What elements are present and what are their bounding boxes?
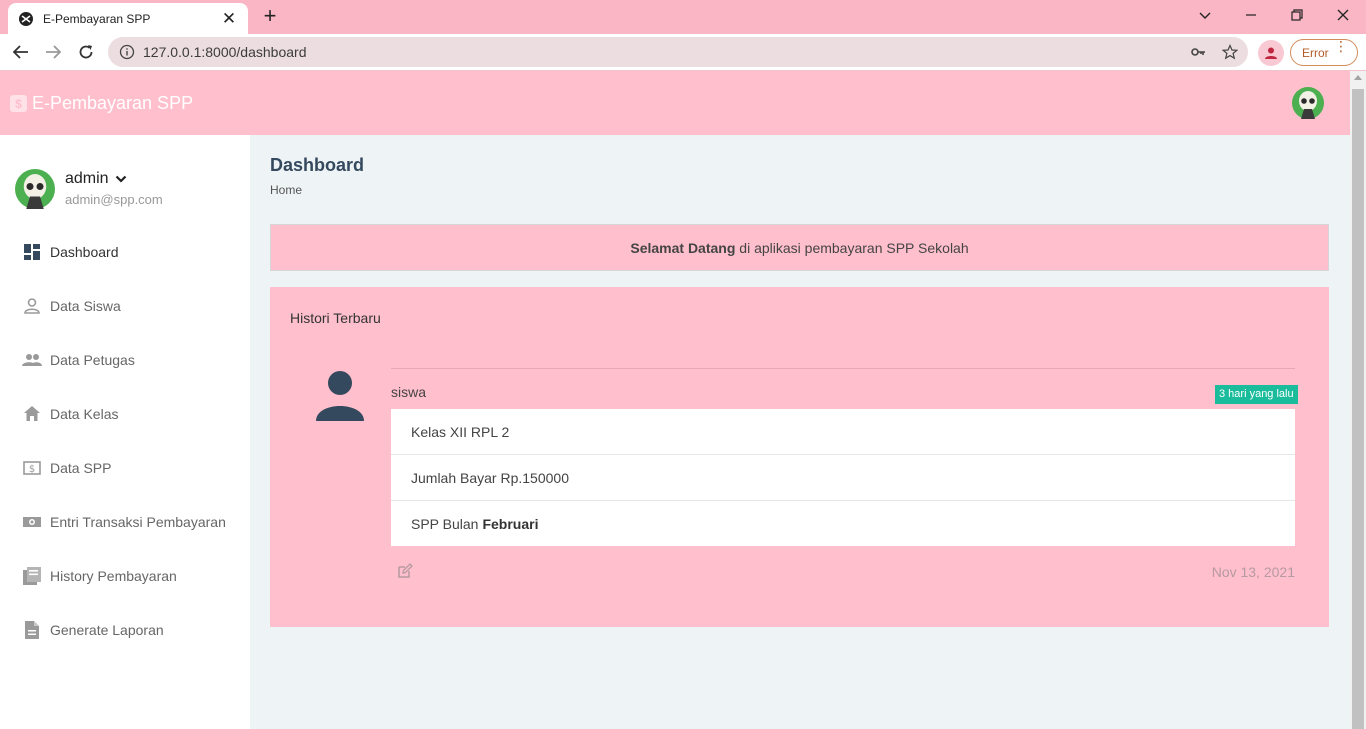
history-user: siswa (391, 384, 427, 400)
breadcrumb[interactable]: Home (270, 183, 302, 197)
back-button[interactable] (9, 40, 33, 64)
forward-button[interactable] (41, 40, 65, 64)
info-icon[interactable] (119, 44, 135, 60)
brand[interactable]: $ E-Pembayaran SPP (10, 93, 193, 114)
user-panel: admin admin@spp.com (15, 169, 245, 213)
people-icon (22, 350, 42, 370)
sidebar-menu: Dashboard Data Siswa Data Petugas Data K… (0, 225, 250, 657)
list-item: Jumlah Bayar Rp.150000 (391, 455, 1295, 501)
close-window-button[interactable] (1328, 4, 1358, 26)
jumlah-bayar-text: Jumlah Bayar Rp.150000 (411, 469, 569, 486)
sidebar-item-label: Entri Transaksi Pembayaran (50, 514, 226, 530)
error-button[interactable]: Error ⋮ (1290, 39, 1358, 66)
favicon-icon (18, 11, 34, 27)
url-text: 127.0.0.1:8000/dashboard (143, 44, 307, 60)
address-bar[interactable]: 127.0.0.1:8000/dashboard (108, 37, 1248, 67)
sidebar-item-label: Data Petugas (50, 352, 135, 368)
history-detail-list: Kelas XII RPL 2 Jumlah Bayar Rp.150000 S… (391, 409, 1295, 546)
scroll-up-arrow-icon[interactable] (1354, 75, 1362, 80)
welcome-bold-text: Selamat Datang (630, 239, 736, 256)
app-header: $ E-Pembayaran SPP (0, 71, 1350, 135)
history-title: Histori Terbaru (290, 310, 381, 326)
tab-search-chevron-icon[interactable] (1190, 4, 1220, 26)
sidebar-item-label: History Pembayaran (50, 568, 177, 584)
dashboard-icon (22, 242, 42, 262)
user-menu-toggle[interactable]: admin (65, 170, 127, 188)
money-icon (22, 512, 42, 532)
sidebar-item-data-kelas[interactable]: Data Kelas (0, 387, 250, 441)
spp-bulan-label: SPP Bulan (411, 515, 479, 532)
time-badge: 3 hari yang lalu (1215, 385, 1298, 404)
user-name: admin (65, 170, 109, 187)
sidebar-item-data-siswa[interactable]: Data Siswa (0, 279, 250, 333)
person-icon (22, 296, 42, 316)
library-books-icon (22, 566, 42, 586)
reload-button[interactable] (74, 40, 98, 64)
profile-button[interactable] (1258, 40, 1284, 66)
profile-icon (1265, 47, 1277, 59)
history-card: Histori Terbaru siswa 3 hari yang lalu K… (270, 287, 1329, 627)
user-avatar (15, 169, 55, 209)
sidebar-item-label: Data Siswa (50, 298, 121, 314)
bookmark-star-icon[interactable] (1222, 44, 1238, 60)
scrollbar-thumb[interactable] (1352, 89, 1364, 729)
close-tab-icon[interactable]: ✕ (220, 10, 238, 27)
sidebar: admin admin@spp.com Dashboard Data Siswa… (0, 135, 250, 729)
new-tab-button[interactable]: + (258, 5, 282, 28)
header-avatar[interactable] (1292, 87, 1324, 119)
sidebar-item-label: Data SPP (50, 460, 112, 476)
home-icon (22, 404, 42, 424)
user-email: admin@spp.com (65, 192, 163, 207)
sidebar-item-label: Generate Laporan (50, 622, 164, 638)
document-icon (22, 620, 42, 640)
list-item: SPP Bulan Februari (391, 501, 1295, 546)
welcome-banner: Selamat Datang di aplikasi pembayaran SP… (270, 224, 1329, 271)
minimize-button[interactable] (1236, 4, 1266, 26)
brand-logo-icon: $ (10, 95, 27, 112)
sidebar-item-data-petugas[interactable]: Data Petugas (0, 333, 250, 387)
sidebar-item-dashboard[interactable]: Dashboard (0, 225, 250, 279)
brand-title: E-Pembayaran SPP (32, 93, 194, 113)
dollar-box-icon: $ (22, 458, 42, 478)
svg-text:$: $ (29, 464, 35, 475)
browser-tab-strip: E-Pembayaran SPP ✕ + (0, 0, 1366, 34)
sidebar-item-generate-laporan[interactable]: Generate Laporan (0, 603, 250, 657)
list-item: Kelas XII RPL 2 (391, 409, 1295, 455)
kebab-menu-icon: ⋮ (1334, 38, 1348, 54)
history-date: Nov 13, 2021 (1211, 564, 1295, 580)
page-title: Dashboard (270, 155, 365, 175)
sidebar-item-label: Dashboard (50, 244, 119, 260)
error-label: Error (1302, 45, 1329, 60)
restore-button[interactable] (1282, 4, 1312, 26)
page-scrollbar[interactable] (1350, 71, 1366, 729)
user-silhouette-icon (314, 369, 366, 421)
edit-icon[interactable] (397, 563, 413, 579)
sidebar-item-entri-transaksi[interactable]: Entri Transaksi Pembayaran (0, 495, 250, 549)
tab-title: E-Pembayaran SPP (43, 11, 151, 26)
chevron-down-icon (115, 174, 127, 184)
browser-toolbar: 127.0.0.1:8000/dashboard Error ⋮ (0, 34, 1366, 71)
sidebar-item-history-pembayaran[interactable]: History Pembayaran (0, 549, 250, 603)
browser-tab[interactable]: E-Pembayaran SPP ✕ (8, 3, 248, 34)
welcome-text: di aplikasi pembayaran SPP Sekolah (735, 239, 969, 256)
divider (391, 368, 1295, 369)
kelas-text: Kelas XII RPL 2 (411, 423, 510, 440)
spp-month: Februari (482, 515, 539, 532)
key-icon[interactable] (1190, 44, 1206, 60)
sidebar-item-label: Data Kelas (50, 406, 119, 422)
sidebar-item-data-spp[interactable]: $ Data SPP (0, 441, 250, 495)
